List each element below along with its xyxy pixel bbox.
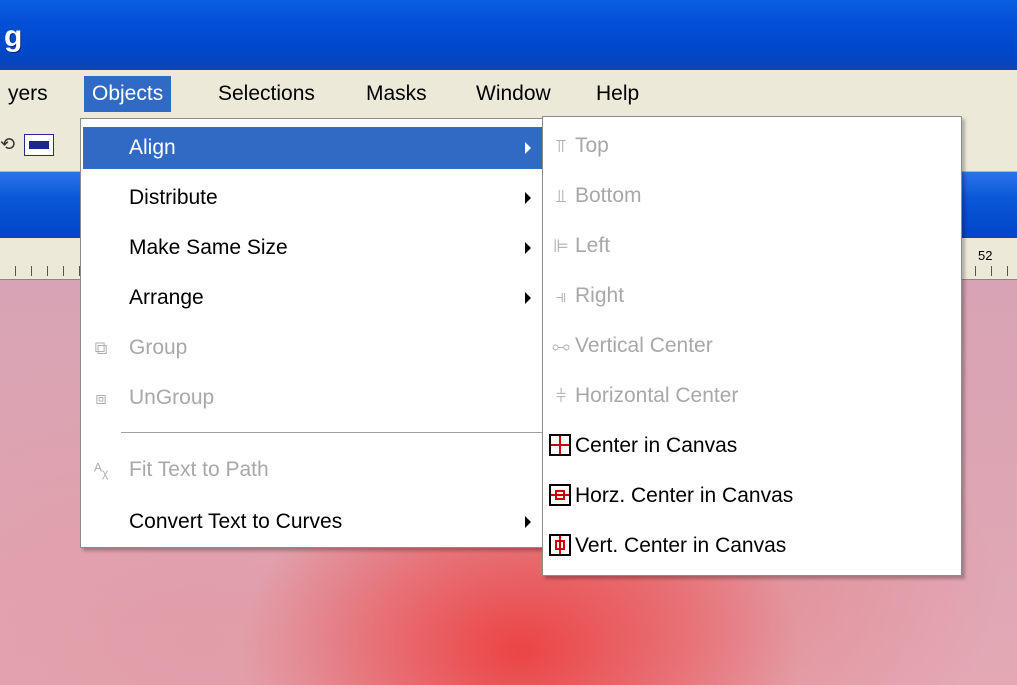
align-left-icon: ⊫ [553,236,569,256]
submenu-arrow-icon [525,142,531,154]
align-item-bottom[interactable]: ⫫ Bottom [545,175,959,217]
align-right-icon: ⫣ [555,286,567,306]
menu-item-label: Distribute [129,186,218,209]
menu-item-label: Center in Canvas [575,434,738,457]
menu-selections[interactable]: Selections [210,76,323,112]
app-title-bar: g [0,0,1017,70]
menu-layers[interactable]: yers [0,76,56,112]
menu-window[interactable]: Window [468,76,559,112]
menu-item-label: Top [575,134,609,157]
align-item-vertical-center[interactable]: ⧟ Vertical Center [545,325,959,367]
menu-item-make-same-size[interactable]: Make Same Size [83,227,547,269]
menu-item-label: Horizontal Center [575,384,739,407]
menu-item-label: Fit Text to Path [129,458,269,481]
menu-masks[interactable]: Masks [358,76,435,112]
vertical-center-icon: ⧟ [552,336,570,356]
align-item-left[interactable]: ⊫ Left [545,225,959,267]
vert-center-in-canvas-icon [549,534,571,556]
submenu-arrow-icon [525,516,531,528]
menu-help[interactable]: Help [588,76,647,112]
align-item-right[interactable]: ⫣ Right [545,275,959,317]
submenu-arrow-icon [525,292,531,304]
menu-item-label: Vertical Center [575,334,713,357]
ungroup-icon: ⧈ [95,388,107,408]
ruler-label: 52 [978,248,993,263]
group-icon: ⧉ [94,338,108,358]
menu-objects[interactable]: Objects [84,76,172,112]
horz-center-in-canvas-icon [549,484,571,506]
horizontal-center-icon: ⫩ [555,386,567,406]
align-item-top[interactable]: ⫪ Top [545,125,959,167]
menu-item-label: Bottom [575,184,642,207]
menu-item-fit-text-to-path[interactable]: ᴬᵪ Fit Text to Path [83,449,547,491]
align-item-center-in-canvas[interactable]: Center in Canvas [545,425,959,467]
menu-item-label: Make Same Size [129,236,288,259]
menu-item-label: Arrange [129,286,204,309]
keyboard-icon[interactable] [24,134,54,156]
center-in-canvas-icon [549,434,571,456]
align-item-horz-center-in-canvas[interactable]: Horz. Center in Canvas [545,475,959,517]
menu-bar: yers Objects Selections Masks Window Hel… [0,70,1017,118]
menu-item-label: Right [575,284,625,307]
menu-item-label: UnGroup [129,386,215,409]
menu-item-arrange[interactable]: Arrange [83,277,547,319]
menu-item-group[interactable]: ⧉ Group [83,327,547,369]
align-item-horizontal-center[interactable]: ⫩ Horizontal Center [545,375,959,417]
menu-item-convert-text-to-curves[interactable]: Convert Text to Curves [83,501,547,543]
align-top-icon: ⫪ [555,136,567,156]
objects-menu: Align Distribute Make Same Size Arrange … [80,118,550,548]
menu-item-label: Group [129,336,188,359]
menu-item-label: Vert. Center in Canvas [575,534,787,557]
submenu-arrow-icon [525,242,531,254]
menu-item-ungroup[interactable]: ⧈ UnGroup [83,377,547,419]
menu-item-label: Left [575,234,611,257]
window-title: g [4,20,23,53]
submenu-arrow-icon [525,192,531,204]
align-bottom-icon: ⫫ [555,186,567,206]
menu-separator [121,432,545,434]
menu-item-label: Convert Text to Curves [129,510,343,533]
align-submenu: ⫪ Top ⫫ Bottom ⊫ Left ⫣ Right ⧟ Vertical… [542,116,962,576]
fit-text-icon: ᴬᵪ [93,460,109,480]
align-item-vert-center-in-canvas[interactable]: Vert. Center in Canvas [545,525,959,567]
menu-item-label: Horz. Center in Canvas [575,484,794,507]
menu-item-align[interactable]: Align [83,127,547,169]
toolbar-partial-icon[interactable]: ⟲ [0,134,15,156]
menu-item-label: Align [129,136,176,159]
menu-item-distribute[interactable]: Distribute [83,177,547,219]
